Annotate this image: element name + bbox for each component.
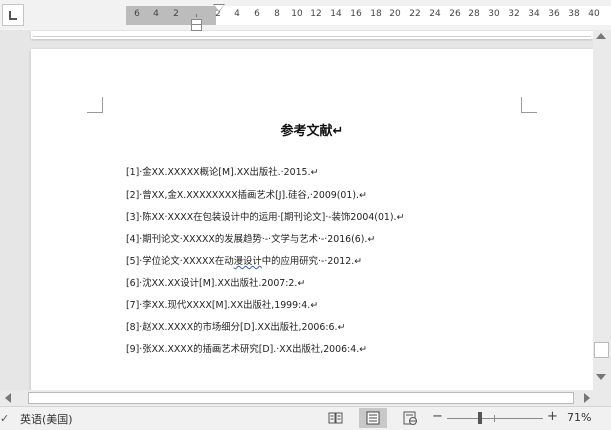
ruler-number: 4 [234,9,240,19]
document-page[interactable]: 参考文献↵ [1]·金XX.XXXXX概论[M].XX出版社.·2015.↵ [… [31,49,593,394]
ruler-number: 14 [330,9,342,19]
ruler-number: 40 [588,9,600,19]
read-mode-icon [328,412,343,424]
read-mode-button[interactable] [322,408,350,428]
scroll-right-icon[interactable] [584,393,590,403]
zoom-slider-thumb[interactable] [478,412,482,424]
horizontal-scroll-thumb[interactable] [28,392,574,404]
zoom-slider-track[interactable] [447,418,543,419]
ruler-number: 6 [254,9,260,19]
ruler-number: 2 [173,9,179,19]
scroll-left-icon[interactable] [5,393,11,403]
reference-line-with-spellcheck: [5]·学位论文·XXXXX在动漫设计中的应用研究·-·2012.↵ [126,253,362,267]
reference-line: [8]·赵XX.XXXX的市场细分[D].XX出版社,2006:6.↵ [126,322,346,333]
ruler-number: 24 [429,9,441,19]
reference-line: [3]·陈XX·XXXX在包装设计中的运用·[期刊论文]·-装饰2004(01)… [126,212,405,223]
print-layout-button[interactable] [359,408,387,428]
print-layout-icon [366,411,380,425]
scroll-down-icon[interactable] [596,374,606,380]
reference-line: [1]·金XX.XXXXX概论[M].XX出版社.·2015.↵ [126,167,319,178]
reference-text: [5]·学位论文·XXXXX在动漫设计中的应用研究·-·2012.↵ [126,256,363,267]
margin-corner-marker-right [521,97,537,113]
reference-line: [6]·沈XX.XX设计[M].XX出版社.2007:2.↵ [126,278,306,289]
ruler-number: 12 [310,9,322,19]
zoom-level[interactable]: 71% [567,411,591,424]
ruler-tick [196,14,197,17]
reference-line: [9]·张XX.XXXX的插画艺术研究[D].·XX出版社,2006:4.↵ [126,344,368,355]
tab-left-icon [9,11,17,20]
language-indicator[interactable]: 英语(美国) [20,411,73,427]
ruler-number: 4 [153,9,159,19]
ruler-number: 16 [350,9,362,19]
scroll-up-icon[interactable] [596,33,606,39]
ruler-number: 28 [468,9,480,19]
reference-line: [4]·期刊论文·XXXXX的发展趋势·-·文学与艺术·-·2016(6).↵ [126,234,376,245]
zoom-out-button[interactable]: − [432,409,443,424]
vertical-scrollbar[interactable] [593,30,611,390]
vertical-scroll-thumb[interactable] [594,342,609,358]
ruler-number: 10 [291,9,303,19]
ruler-number: 22 [409,9,421,19]
spellcheck-underline[interactable]: 漫设计 [234,256,262,267]
hanging-indent-marker[interactable] [191,19,202,31]
ruler-number: 30 [488,9,500,19]
reference-line: [2]·曾XX,金X.XXXXXXXX插画艺术[J].硅谷,·2009(01).… [126,190,367,201]
ruler-number: 6 [134,9,140,19]
page-break-line [33,36,591,37]
first-line-indent-marker-fill [214,5,224,11]
status-bar: ✓ 英语(美国) − + 71% [0,406,611,430]
ruler-number: 34 [528,9,540,19]
ruler-number: 18 [370,9,382,19]
ruler-number: 38 [568,9,580,19]
web-layout-button[interactable] [396,408,424,428]
zoom-slider-center-mark [494,415,495,422]
reference-line: [7]·李XX.现代XXXX[M].XX出版社,1999:4.↵ [126,300,319,311]
margin-corner-marker-left [87,97,103,113]
web-layout-icon [403,411,417,425]
zoom-in-button[interactable]: + [547,409,558,424]
ruler-number: 36 [548,9,560,19]
proofing-icon[interactable]: ✓ [0,412,9,425]
tab-selector-button[interactable] [2,4,24,26]
previous-page-edge [31,31,593,39]
ruler-number: 20 [389,9,401,19]
document-heading: 参考文献↵ [280,124,344,139]
horizontal-scrollbar[interactable] [0,390,611,406]
ruler-number: 26 [449,9,461,19]
ruler-number: 8 [274,9,280,19]
ruler-number: 32 [508,9,520,19]
horizontal-ruler-bar: 6 4 2 2 4 6 8 10 12 14 16 18 20 22 24 26… [0,0,611,31]
